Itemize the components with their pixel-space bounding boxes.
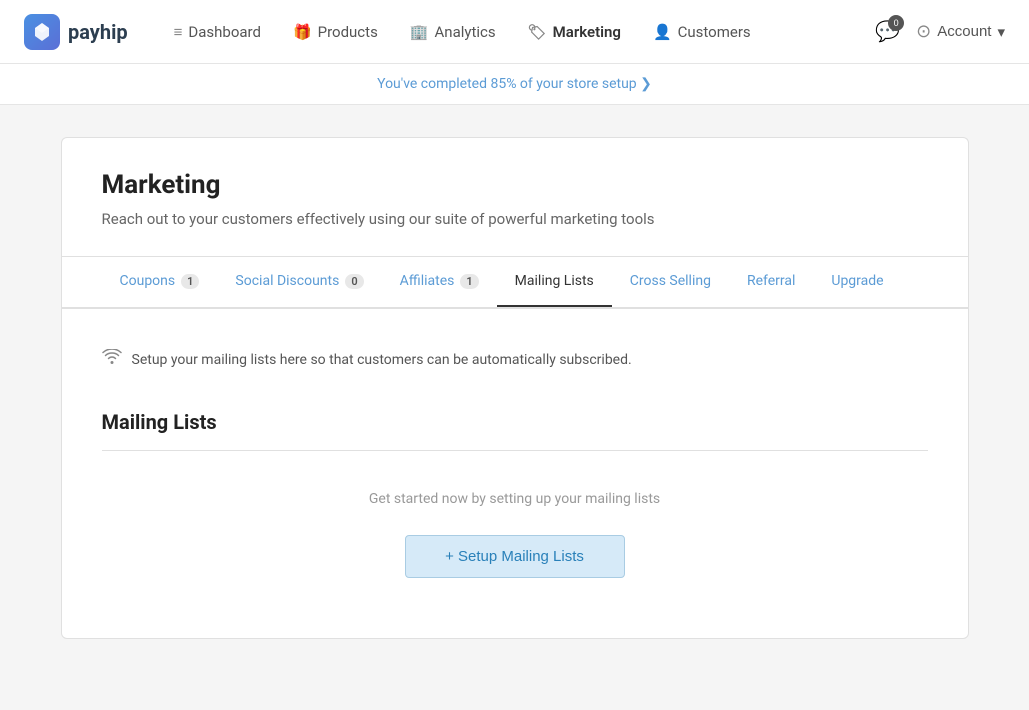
tab-label-coupons: Coupons xyxy=(120,273,176,289)
marketing-icon: 🏷 xyxy=(528,23,547,41)
tab-cross-selling[interactable]: Cross Selling xyxy=(612,257,729,307)
section-title: Mailing Lists xyxy=(102,410,928,434)
nav-label-analytics: Analytics xyxy=(435,23,496,41)
tabs-card: Coupons 1 Social Discounts 0 Affiliates … xyxy=(61,256,969,308)
tab-badge-coupons: 1 xyxy=(181,274,199,289)
nav-label-dashboard: Dashboard xyxy=(188,23,261,41)
nav-item-customers[interactable]: 👤 Customers xyxy=(639,15,765,49)
nav-links: ≡ Dashboard 🎁 Products 🏢 Analytics 🏷 Mar… xyxy=(160,15,868,49)
setup-bar-link[interactable]: You've completed 85% of your store setup… xyxy=(377,76,652,92)
main-content: Marketing Reach out to your customers ef… xyxy=(45,137,985,639)
tab-coupons[interactable]: Coupons 1 xyxy=(102,257,218,307)
navbar: payhip ≡ Dashboard 🎁 Products 🏢 Analytic… xyxy=(0,0,1029,64)
nav-item-dashboard[interactable]: ≡ Dashboard xyxy=(160,15,275,49)
logo-icon xyxy=(24,14,60,50)
nav-label-marketing: Marketing xyxy=(553,23,621,41)
account-label: Account xyxy=(937,23,991,40)
logo-text: payhip xyxy=(68,20,128,44)
dashboard-icon: ≡ xyxy=(174,23,183,41)
setup-bar: You've completed 85% of your store setup… xyxy=(0,64,1029,105)
empty-message: Get started now by setting up your maili… xyxy=(102,491,928,507)
wifi-icon xyxy=(102,349,122,370)
account-chevron-icon: ▾ xyxy=(997,23,1005,41)
tab-badge-affiliates: 1 xyxy=(460,274,478,289)
account-button[interactable]: ⊙ Account ▾ xyxy=(916,21,1005,42)
tab-label-affiliates: Affiliates xyxy=(400,273,455,289)
tabs-bar: Coupons 1 Social Discounts 0 Affiliates … xyxy=(62,257,968,308)
analytics-icon: 🏢 xyxy=(410,23,429,41)
page-title: Marketing xyxy=(102,170,928,200)
content-card: Setup your mailing lists here so that cu… xyxy=(61,308,969,639)
products-icon: 🎁 xyxy=(293,23,312,41)
chat-button[interactable]: 💬 0 xyxy=(875,19,900,44)
tab-badge-social-discounts: 0 xyxy=(345,274,363,289)
nav-item-marketing[interactable]: 🏷 Marketing xyxy=(514,15,635,49)
setup-mailing-lists-button[interactable]: + Setup Mailing Lists xyxy=(405,535,625,578)
tab-upgrade[interactable]: Upgrade xyxy=(813,257,901,307)
nav-label-products: Products xyxy=(318,23,378,41)
nav-right: 💬 0 ⊙ Account ▾ xyxy=(875,19,1005,44)
logo-link[interactable]: payhip xyxy=(24,14,128,50)
nav-item-analytics[interactable]: 🏢 Analytics xyxy=(396,15,510,49)
tab-referral[interactable]: Referral xyxy=(729,257,813,307)
chat-badge: 0 xyxy=(888,15,904,31)
tab-mailing-lists[interactable]: Mailing Lists xyxy=(497,257,612,307)
tab-label-upgrade: Upgrade xyxy=(831,273,883,289)
section-divider xyxy=(102,450,928,451)
info-bar: Setup your mailing lists here so that cu… xyxy=(102,349,928,370)
info-text: Setup your mailing lists here so that cu… xyxy=(132,352,632,368)
tab-label-referral: Referral xyxy=(747,273,795,289)
tab-label-cross-selling: Cross Selling xyxy=(630,273,711,289)
tab-social-discounts[interactable]: Social Discounts 0 xyxy=(217,257,381,307)
tab-affiliates[interactable]: Affiliates 1 xyxy=(382,257,497,307)
nav-item-products[interactable]: 🎁 Products xyxy=(279,15,392,49)
tab-label-social-discounts: Social Discounts xyxy=(235,273,339,289)
header-card: Marketing Reach out to your customers ef… xyxy=(61,137,969,256)
customers-icon: 👤 xyxy=(653,23,672,41)
account-icon: ⊙ xyxy=(916,21,931,42)
page-subtitle: Reach out to your customers effectively … xyxy=(102,210,928,228)
tab-label-mailing-lists: Mailing Lists xyxy=(515,273,594,289)
nav-label-customers: Customers xyxy=(678,23,751,41)
